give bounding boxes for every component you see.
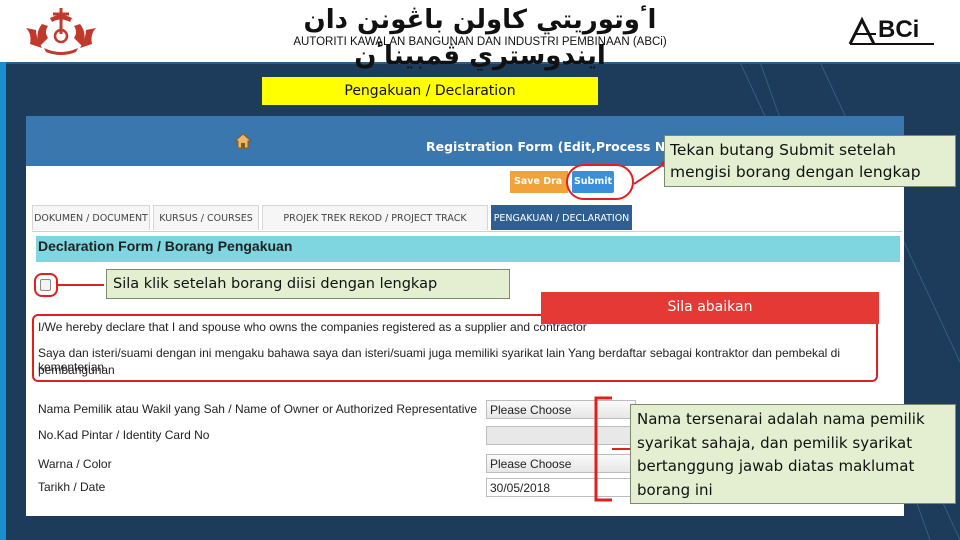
identity-card-label: No.Kad Pintar / Identity Card No — [38, 428, 210, 442]
organization-title: AUTORITI KAWALAN BANGUNAN DAN INDUSTRI P… — [293, 36, 667, 48]
color-label: Warna / Color — [38, 457, 112, 471]
ignore-label: Sila abaikan — [541, 292, 879, 324]
date-label: Tarikh / Date — [38, 480, 106, 494]
tab-declaration[interactable]: PENGAKUAN / DECLARATION — [491, 205, 632, 230]
checkbox-highlight — [34, 273, 58, 297]
declaration-highlight — [32, 314, 878, 382]
owner-callout: Nama tersenarai adalah nama pemilik syar… — [630, 404, 956, 504]
declaration-title: Declaration Form / Borang Pengakuan — [38, 238, 293, 254]
tab-project-track-record[interactable]: PROJEK TREK REKOD / PROJECT TRACK RECORD — [262, 205, 488, 249]
date-input[interactable]: 30/05/2018 — [486, 478, 636, 497]
slide-header: اٴوتوريتي كاولن باڠونن دان ايندوستري ڤمب… — [0, 0, 960, 71]
jawi-title: اٴوتوريتي كاولن باڠونن دان ايندوستري ڤمب… — [303, 5, 657, 71]
brunei-crest-icon — [26, 8, 96, 55]
submit-callout: Tekan butang Submit setelah mengisi bora… — [664, 135, 956, 187]
section-banner: Pengakuan / Declaration — [262, 77, 598, 105]
color-select[interactable]: Please Choose — [486, 454, 636, 473]
tab-document[interactable]: DOKUMEN / DOCUMENT — [32, 205, 150, 230]
checkbox-callout: Sila klik setelah borang diisi dengan le… — [106, 269, 510, 299]
identity-card-input[interactable] — [486, 426, 636, 445]
tab-courses[interactable]: KURSUS / COURSES — [153, 205, 259, 230]
home-icon[interactable] — [234, 132, 252, 150]
submit-highlight — [566, 164, 634, 200]
owner-select[interactable]: Please Choose — [486, 400, 636, 419]
owner-label: Nama Pemilik atau Wakil yang Sah / Name … — [38, 402, 478, 416]
form-tabs: DOKUMEN / DOCUMENT KURSUS / COURSES PROJ… — [32, 205, 902, 249]
abci-logo-text: BCi — [878, 16, 920, 43]
save-draft-button[interactable]: Save Dra — [510, 171, 568, 193]
